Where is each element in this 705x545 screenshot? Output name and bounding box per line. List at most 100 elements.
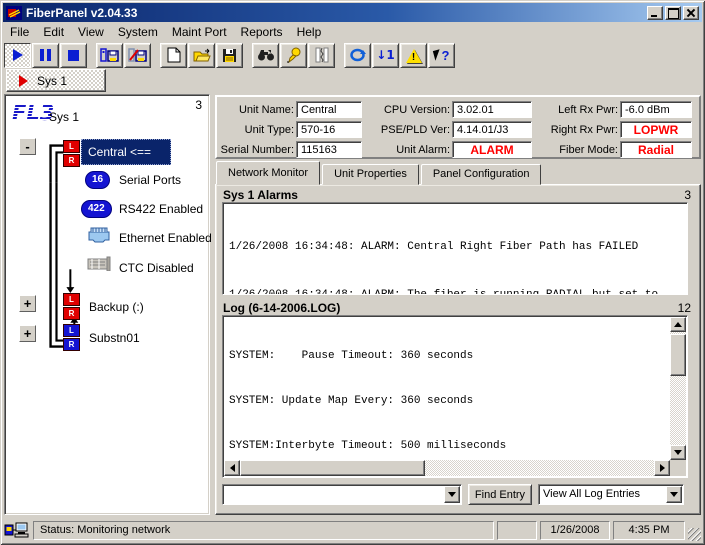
system-tab-row: Sys 1	[6, 69, 106, 93]
vertical-scroll-thumb[interactable]	[670, 334, 686, 376]
network-monitor-page: Sys 1 Alarms 3 1/26/2008 16:34:48: ALARM…	[215, 184, 701, 515]
network-tree-panel: 3 FL3 Sys 1 - L R Central <== 16 Serial …	[4, 94, 210, 515]
find-entry-button[interactable]: Find Entry	[468, 484, 532, 505]
context-help-icon: ?	[434, 48, 450, 63]
disconnect-device-icon	[128, 47, 147, 63]
substn-unit-icon[interactable]: L R	[63, 324, 80, 351]
unit-alarm-field[interactable]: ALARM	[452, 141, 532, 158]
new-file-icon	[167, 47, 181, 63]
disconnect-button[interactable]	[124, 43, 151, 68]
tree-node-ctc[interactable]: CTC Disabled	[119, 261, 194, 275]
alarms-count: 3	[684, 188, 691, 202]
pause-icon	[40, 49, 51, 61]
status-bar: Status: Monitoring network 1/26/2008 4:3…	[4, 519, 701, 541]
unit-type-field[interactable]: 570-16	[296, 121, 362, 138]
minimize-button[interactable]	[647, 6, 663, 20]
sort-updown-button[interactable]: ↓1	[372, 43, 399, 68]
ethernet-connector-icon	[87, 226, 111, 243]
tree-node-central[interactable]: Central <==	[81, 139, 171, 165]
scroll-up-button[interactable]	[670, 317, 686, 332]
scroll-right-button[interactable]	[654, 460, 670, 476]
log-lines[interactable]: SYSTEM: Pause Timeout: 360 seconds SYSTE…	[225, 319, 668, 458]
fiber-mode-field[interactable]: Radial	[620, 141, 692, 158]
serial-number-field[interactable]: 115163	[296, 141, 362, 158]
pse-pld-ver-field[interactable]: 4.14.01/J3	[452, 121, 532, 138]
tree-node-substn[interactable]: Substn01	[89, 331, 140, 345]
toolbar: ↓1 ! ?	[4, 41, 456, 69]
log-filter-dropdown-button[interactable]	[666, 486, 682, 503]
menu-file[interactable]: File	[3, 24, 36, 40]
tab-unit-properties[interactable]: Unit Properties	[322, 164, 419, 185]
tree-node-rs422[interactable]: RS422 Enabled	[119, 202, 203, 216]
alarms-list[interactable]: 1/26/2008 16:34:48: ALARM: Central Right…	[222, 202, 688, 295]
play-icon	[13, 49, 23, 61]
menu-system[interactable]: System	[111, 24, 165, 40]
unit-name-field[interactable]: Central	[296, 101, 362, 118]
cpu-version-label: CPU Version:	[364, 104, 450, 116]
menu-bar: File Edit View System Maint Port Reports…	[3, 23, 702, 41]
find-entry-dropdown-button[interactable]	[444, 486, 460, 503]
pause-button[interactable]	[32, 43, 59, 68]
pin-button[interactable]	[280, 43, 307, 68]
expand-backup-button[interactable]: +	[19, 295, 36, 312]
find-button-toolbar[interactable]	[252, 43, 279, 68]
panel-view-button[interactable]	[308, 43, 335, 68]
tab-panel-configuration[interactable]: Panel Configuration	[421, 164, 542, 185]
backup-unit-icon[interactable]: L R	[63, 293, 80, 320]
arrow-right-icon	[660, 464, 665, 472]
tab-network-monitor[interactable]: Network Monitor	[216, 161, 320, 185]
fiberloop-logo: FL3	[12, 101, 54, 125]
menu-maint-port[interactable]: Maint Port	[165, 24, 234, 40]
context-help-button[interactable]: ?	[428, 43, 455, 68]
alarm-warning-button[interactable]: !	[400, 43, 427, 68]
connect-button[interactable]	[96, 43, 123, 68]
play-button[interactable]	[4, 43, 31, 68]
serial-number-label: Serial Number:	[220, 144, 294, 156]
left-rx-pwr-field[interactable]: -6.0 dBm	[620, 101, 692, 118]
collapse-central-button[interactable]: -	[19, 138, 36, 155]
tree-root-sys1[interactable]: Sys 1	[49, 110, 79, 124]
cpu-version-field[interactable]: 3.02.01	[452, 101, 532, 118]
right-rx-pwr-field[interactable]: LOPWR	[620, 121, 692, 138]
menu-view[interactable]: View	[71, 24, 111, 40]
maximize-button[interactable]	[665, 6, 681, 20]
ctc-connector-icon	[87, 256, 111, 271]
open-file-icon	[193, 48, 211, 63]
log-count: 12	[678, 301, 691, 315]
connect-device-icon	[100, 47, 119, 63]
log-row[interactable]: SYSTEM: Update Map Every: 360 seconds	[225, 394, 668, 409]
chevron-down-icon	[670, 492, 678, 497]
alarm-line: 1/26/2008 16:34:48: ALARM: Central Right…	[229, 239, 681, 255]
scrollbar-corner	[670, 460, 686, 476]
scroll-down-button[interactable]	[670, 445, 686, 460]
refresh-button[interactable]	[344, 43, 371, 68]
close-button[interactable]	[683, 6, 699, 20]
tree-node-backup[interactable]: Backup (:)	[89, 300, 144, 314]
tree-node-ethernet[interactable]: Ethernet Enabled	[119, 231, 212, 245]
open-file-button[interactable]	[188, 43, 215, 68]
menu-edit[interactable]: Edit	[36, 24, 71, 40]
save-file-button[interactable]	[216, 43, 243, 68]
network-status-icon	[4, 522, 30, 538]
horizontal-scroll-thumb[interactable]	[240, 460, 425, 476]
log-row[interactable]: SYSTEM:Interbyte Timeout: 500 millisecon…	[225, 439, 668, 454]
expand-substn-button[interactable]: +	[19, 325, 36, 342]
log-row[interactable]: SYSTEM: Pause Timeout: 360 seconds	[225, 349, 668, 364]
menu-reports[interactable]: Reports	[234, 24, 290, 40]
log-filter-combo[interactable]: View All Log Entries	[538, 484, 684, 505]
tree-node-serial-ports[interactable]: Serial Ports	[119, 173, 181, 187]
log-horizontal-scrollbar[interactable]	[224, 460, 670, 476]
arrow-down-icon	[674, 450, 682, 455]
resize-grip[interactable]	[688, 528, 701, 541]
find-entry-combo[interactable]	[222, 484, 462, 505]
new-file-button[interactable]	[160, 43, 187, 68]
scroll-left-button[interactable]	[224, 460, 240, 476]
alarm-warning-icon: !	[405, 48, 423, 63]
tab-sys1[interactable]: Sys 1	[6, 69, 106, 92]
stop-button[interactable]	[60, 43, 87, 68]
log-vertical-scrollbar[interactable]	[670, 317, 686, 460]
unit-type-label: Unit Type:	[220, 124, 294, 136]
titlebar: FiberPanel v2.04.33	[3, 3, 702, 22]
menu-help[interactable]: Help	[290, 24, 329, 40]
central-unit-icon[interactable]: L R	[63, 140, 80, 167]
